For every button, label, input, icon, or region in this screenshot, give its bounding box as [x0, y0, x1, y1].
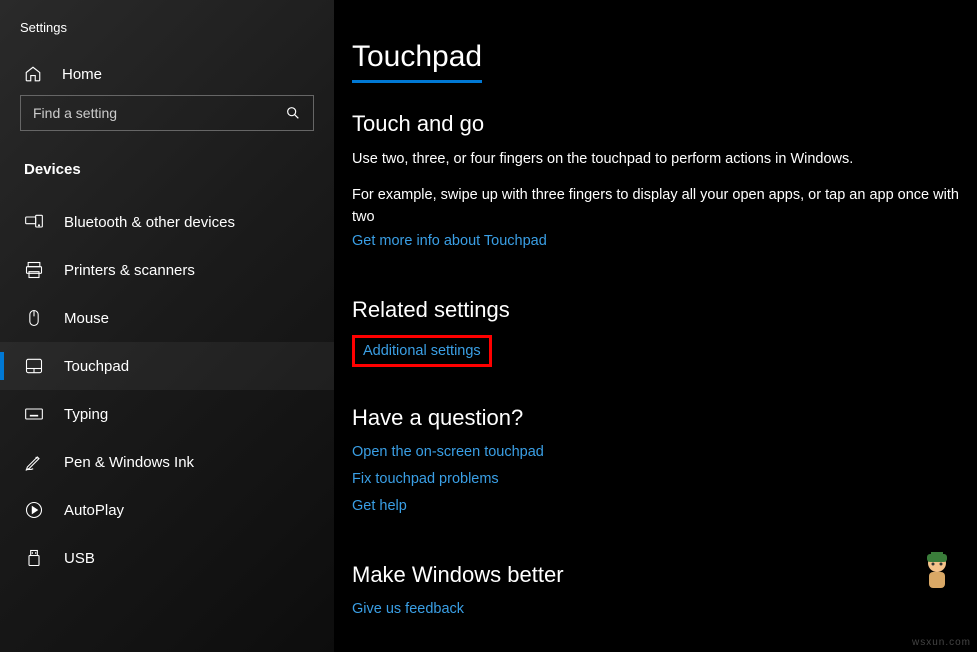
nav-item-touchpad[interactable]: Touchpad — [0, 342, 334, 390]
body-text: Use two, three, or four fingers on the t… — [352, 149, 977, 171]
mouse-icon — [24, 308, 44, 328]
nav-item-label: Printers & scanners — [64, 262, 195, 279]
bluetooth-devices-icon — [24, 212, 44, 232]
nav-item-mouse[interactable]: Mouse — [0, 294, 334, 342]
app-title: Settings — [0, 20, 334, 53]
get-help-link[interactable]: Get help — [352, 498, 407, 514]
search-input[interactable] — [33, 105, 285, 121]
have-a-question-section: Have a question? Open the on-screen touc… — [352, 405, 977, 524]
search-icon — [285, 105, 301, 121]
pen-icon — [24, 452, 44, 472]
avatar — [917, 548, 957, 588]
touchpad-icon — [24, 356, 44, 376]
sidebar: Settings Home Devices Bluetooth & other … — [0, 0, 334, 652]
home-nav-item[interactable]: Home — [0, 53, 334, 95]
autoplay-icon — [24, 500, 44, 520]
nav-item-autoplay[interactable]: AutoPlay — [0, 486, 334, 534]
touch-and-go-section: Touch and go Use two, three, or four fin… — [352, 111, 977, 259]
nav-item-typing[interactable]: Typing — [0, 390, 334, 438]
nav-item-label: Bluetooth & other devices — [64, 214, 235, 231]
nav-item-label: Mouse — [64, 310, 109, 327]
category-label: Devices — [0, 151, 334, 198]
section-heading: Have a question? — [352, 405, 977, 431]
highlight-annotation: Additional settings — [352, 335, 492, 367]
nav-item-label: USB — [64, 550, 95, 567]
nav-item-pen[interactable]: Pen & Windows Ink — [0, 438, 334, 486]
nav-item-label: Typing — [64, 406, 108, 423]
section-heading: Related settings — [352, 297, 977, 323]
nav-item-label: Pen & Windows Ink — [64, 454, 194, 471]
home-label: Home — [62, 66, 102, 83]
nav-item-usb[interactable]: USB — [0, 534, 334, 582]
usb-icon — [24, 548, 44, 568]
body-text: For example, swipe up with three fingers… — [352, 185, 977, 229]
home-icon — [24, 65, 42, 83]
section-heading: Touch and go — [352, 111, 977, 137]
related-settings-section: Related settings Additional settings — [352, 297, 977, 367]
nav-item-label: Touchpad — [64, 358, 129, 375]
feedback-link[interactable]: Give us feedback — [352, 601, 464, 617]
nav-item-label: AutoPlay — [64, 502, 124, 519]
nav-list: Bluetooth & other devices Printers & sca… — [0, 198, 334, 582]
nav-item-bluetooth[interactable]: Bluetooth & other devices — [0, 198, 334, 246]
main-content: Touchpad Touch and go Use two, three, or… — [334, 0, 977, 652]
touchpad-info-link[interactable]: Get more info about Touchpad — [352, 233, 547, 249]
additional-settings-link[interactable]: Additional settings — [363, 343, 481, 359]
make-windows-better-section: Make Windows better Give us feedback — [352, 562, 977, 627]
fix-touchpad-link[interactable]: Fix touchpad problems — [352, 471, 499, 487]
printer-icon — [24, 260, 44, 280]
section-heading: Make Windows better — [352, 562, 977, 588]
keyboard-icon — [24, 404, 44, 424]
watermark: wsxun.com — [912, 637, 971, 648]
page-title: Touchpad — [352, 40, 482, 83]
on-screen-touchpad-link[interactable]: Open the on-screen touchpad — [352, 444, 544, 460]
nav-item-printers[interactable]: Printers & scanners — [0, 246, 334, 294]
search-box[interactable] — [20, 95, 314, 131]
